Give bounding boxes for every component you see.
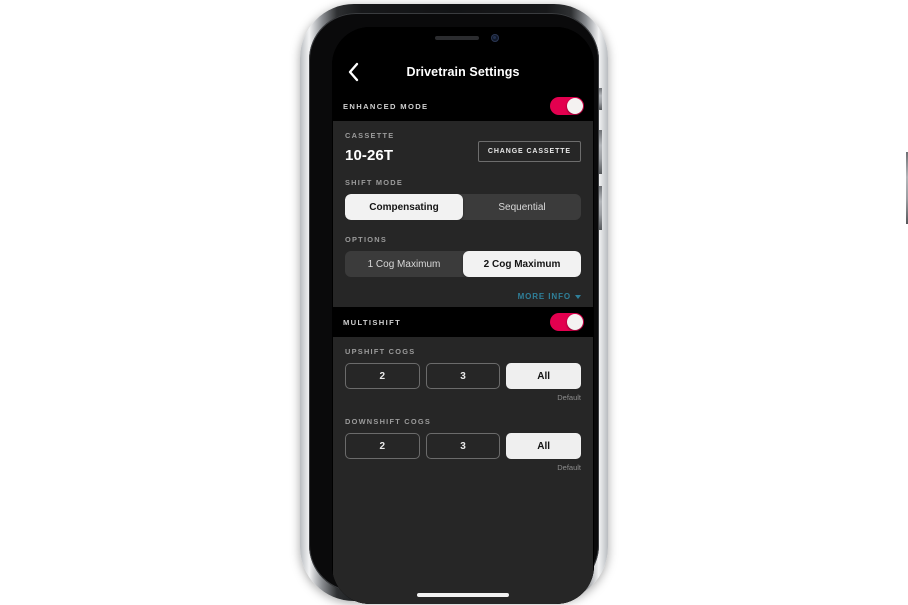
downshift-cogs-label: DOWNSHIFT COGS	[345, 417, 432, 426]
cassette-info: CASSETTE 10-26T	[345, 131, 394, 164]
cassette-label: CASSETTE	[345, 131, 395, 140]
downshift-cog-button-2[interactable]: 2	[345, 433, 420, 459]
cassette-row: CASSETTE 10-26T CHANGE CASSETTE	[345, 131, 581, 164]
multishift-label: MULTISHIFT	[343, 317, 402, 327]
shift-mode-option-compensating[interactable]: Compensating	[345, 194, 463, 220]
earpiece-speaker-icon	[435, 36, 479, 40]
more-info-link[interactable]: MORE INFO	[518, 292, 581, 301]
multishift-header: MULTISHIFT	[332, 307, 594, 337]
front-camera-icon	[491, 34, 499, 42]
multishift-panel: UPSHIFT COGS 2 3 All Default DOWNSHIFT C…	[333, 337, 593, 604]
enhanced-mode-label: ENHANCED MODE	[343, 101, 429, 111]
multishift-toggle[interactable]	[550, 313, 584, 331]
shift-mode-segmented-control: Compensating Sequential	[345, 194, 581, 220]
options-group: OPTIONS 1 Cog Maximum 2 Cog Maximum	[345, 235, 581, 277]
shift-mode-option-sequential[interactable]: Sequential	[463, 194, 581, 220]
upshift-default-note: Default	[557, 393, 581, 402]
options-option-1-cog-maximum[interactable]: 1 Cog Maximum	[345, 251, 463, 277]
app-screen: Drivetrain Settings ENHANCED MODE CASSET…	[332, 27, 594, 604]
downshift-cog-button-all[interactable]: All	[506, 433, 582, 459]
toggle-knob	[567, 314, 583, 330]
downshift-cogs-group: DOWNSHIFT COGS 2 3 All Default	[345, 417, 582, 472]
change-cassette-button[interactable]: CHANGE CASSETTE	[477, 141, 581, 162]
upshift-cog-button-2[interactable]: 2	[345, 363, 420, 389]
nav-bar: Drivetrain Settings	[332, 53, 594, 91]
options-option-2-cog-maximum[interactable]: 2 Cog Maximum	[463, 251, 581, 277]
enhanced-mode-header: ENHANCED MODE	[332, 91, 594, 121]
phone-bezel: Drivetrain Settings ENHANCED MODE CASSET…	[309, 13, 599, 604]
phone-screen: Drivetrain Settings ENHANCED MODE CASSET…	[332, 27, 594, 604]
upshift-cogs-row: 2 3 All	[345, 363, 582, 389]
home-indicator[interactable]	[417, 593, 509, 597]
upshift-cog-button-all[interactable]: All	[506, 363, 582, 389]
downshift-cogs-row: 2 3 All	[345, 433, 582, 459]
back-button[interactable]	[340, 59, 366, 85]
upshift-cogs-label: UPSHIFT COGS	[345, 347, 416, 356]
chevron-left-icon	[347, 62, 360, 82]
shift-mode-group: SHIFT MODE Compensating Sequential	[345, 178, 581, 220]
shift-mode-label: SHIFT MODE	[345, 178, 404, 187]
enhanced-mode-toggle[interactable]	[550, 97, 584, 115]
options-label: OPTIONS	[345, 235, 388, 244]
options-segmented-control: 1 Cog Maximum 2 Cog Maximum	[345, 251, 581, 277]
cassette-value: 10-26T	[345, 147, 394, 164]
more-info-label: MORE INFO	[517, 292, 571, 301]
upshift-cogs-group: UPSHIFT COGS 2 3 All Default	[345, 347, 582, 402]
notch	[405, 27, 521, 49]
upshift-cog-button-3[interactable]: 3	[425, 363, 501, 389]
caret-down-icon	[575, 294, 581, 299]
more-info-row: MORE INFO	[345, 292, 581, 301]
enhanced-mode-panel: CASSETTE 10-26T CHANGE CASSETTE SHIFT MO…	[333, 121, 593, 307]
toggle-knob	[567, 98, 583, 114]
downshift-cog-button-3[interactable]: 3	[425, 433, 501, 459]
downshift-default-note: Default	[557, 463, 581, 472]
phone-frame: Drivetrain Settings ENHANCED MODE CASSET…	[300, 4, 908, 604]
page-title: Drivetrain Settings	[406, 65, 520, 79]
